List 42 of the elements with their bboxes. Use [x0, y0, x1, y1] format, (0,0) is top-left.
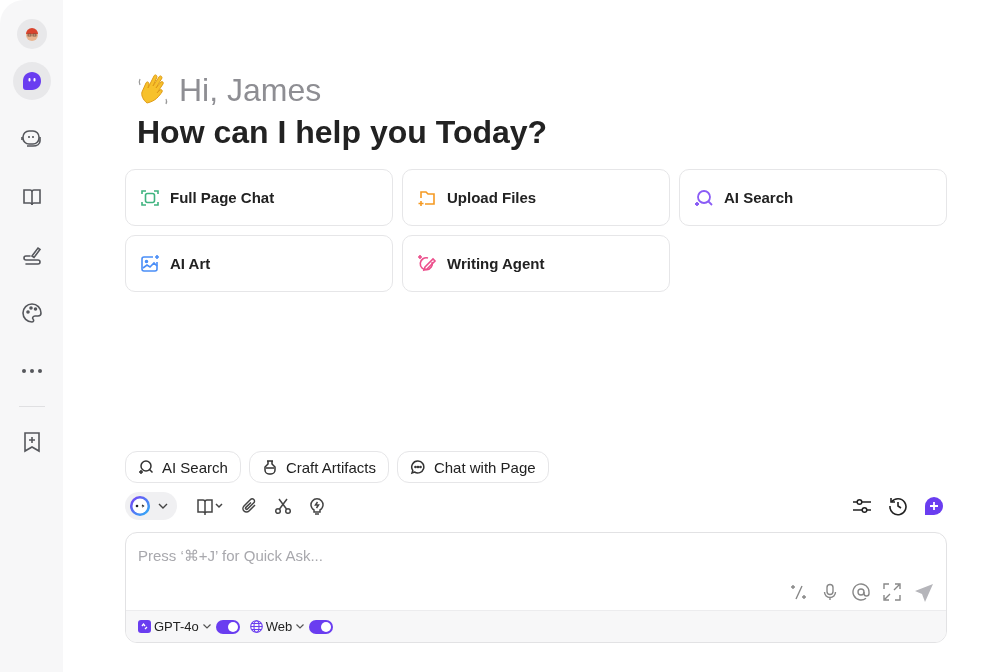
headline: How can I help you Today?	[137, 114, 549, 151]
bookmark-icon	[21, 431, 42, 453]
model-dropdown[interactable]: GPT-4o	[138, 619, 212, 634]
web-dropdown[interactable]: Web	[249, 619, 306, 634]
action-card[interactable]: Full Page Chat	[125, 169, 393, 226]
pen-circle-icon	[417, 253, 437, 274]
toggle-switch[interactable]	[309, 619, 334, 634]
avatar-icon[interactable]	[16, 19, 47, 49]
sparkle-slash-icon[interactable]	[790, 583, 808, 601]
chevron-down-icon	[201, 623, 212, 630]
action-card[interactable]: Writing Agent	[402, 235, 670, 292]
action-card[interactable]: Upload Files	[402, 169, 670, 226]
frame-icon	[140, 187, 160, 208]
expand-icon[interactable]	[883, 583, 901, 601]
more-icon	[20, 368, 43, 374]
bot-face-icon	[129, 495, 151, 517]
chat-input-box[interactable]: Press ‘⌘+J’ for Quick Ask... GPT-4o Web	[125, 532, 947, 643]
pot-icon	[261, 459, 278, 475]
quick-action-chip[interactable]: Chat with Page	[396, 451, 549, 483]
chevron-down-icon	[157, 502, 169, 510]
at-sign-icon[interactable]	[852, 583, 870, 601]
action-card[interactable]: AI Art	[125, 235, 393, 292]
chat-bubble-icon	[409, 459, 426, 475]
model-icon	[138, 620, 151, 633]
search-icon	[694, 187, 714, 208]
search-icon	[138, 459, 154, 475]
globe-icon	[249, 620, 263, 633]
greeting-text: Hi, James	[179, 71, 322, 109]
action-card[interactable]: AI Search	[679, 169, 947, 226]
sidebar-item[interactable]	[12, 62, 51, 100]
palette-icon	[20, 302, 43, 324]
toggle-switch[interactable]	[215, 619, 240, 634]
image-icon	[140, 253, 160, 274]
chevron-down-icon	[295, 623, 306, 630]
assistant-picker[interactable]	[125, 492, 177, 520]
book-icon	[20, 186, 43, 208]
pen-icon	[20, 244, 43, 266]
robot-icon	[19, 128, 44, 150]
bot-icon	[20, 70, 43, 92]
microphone-icon[interactable]	[821, 583, 839, 601]
quick-action-chip[interactable]: AI Search	[125, 451, 241, 483]
quick-action-chip[interactable]: Craft Artifacts	[248, 451, 389, 483]
